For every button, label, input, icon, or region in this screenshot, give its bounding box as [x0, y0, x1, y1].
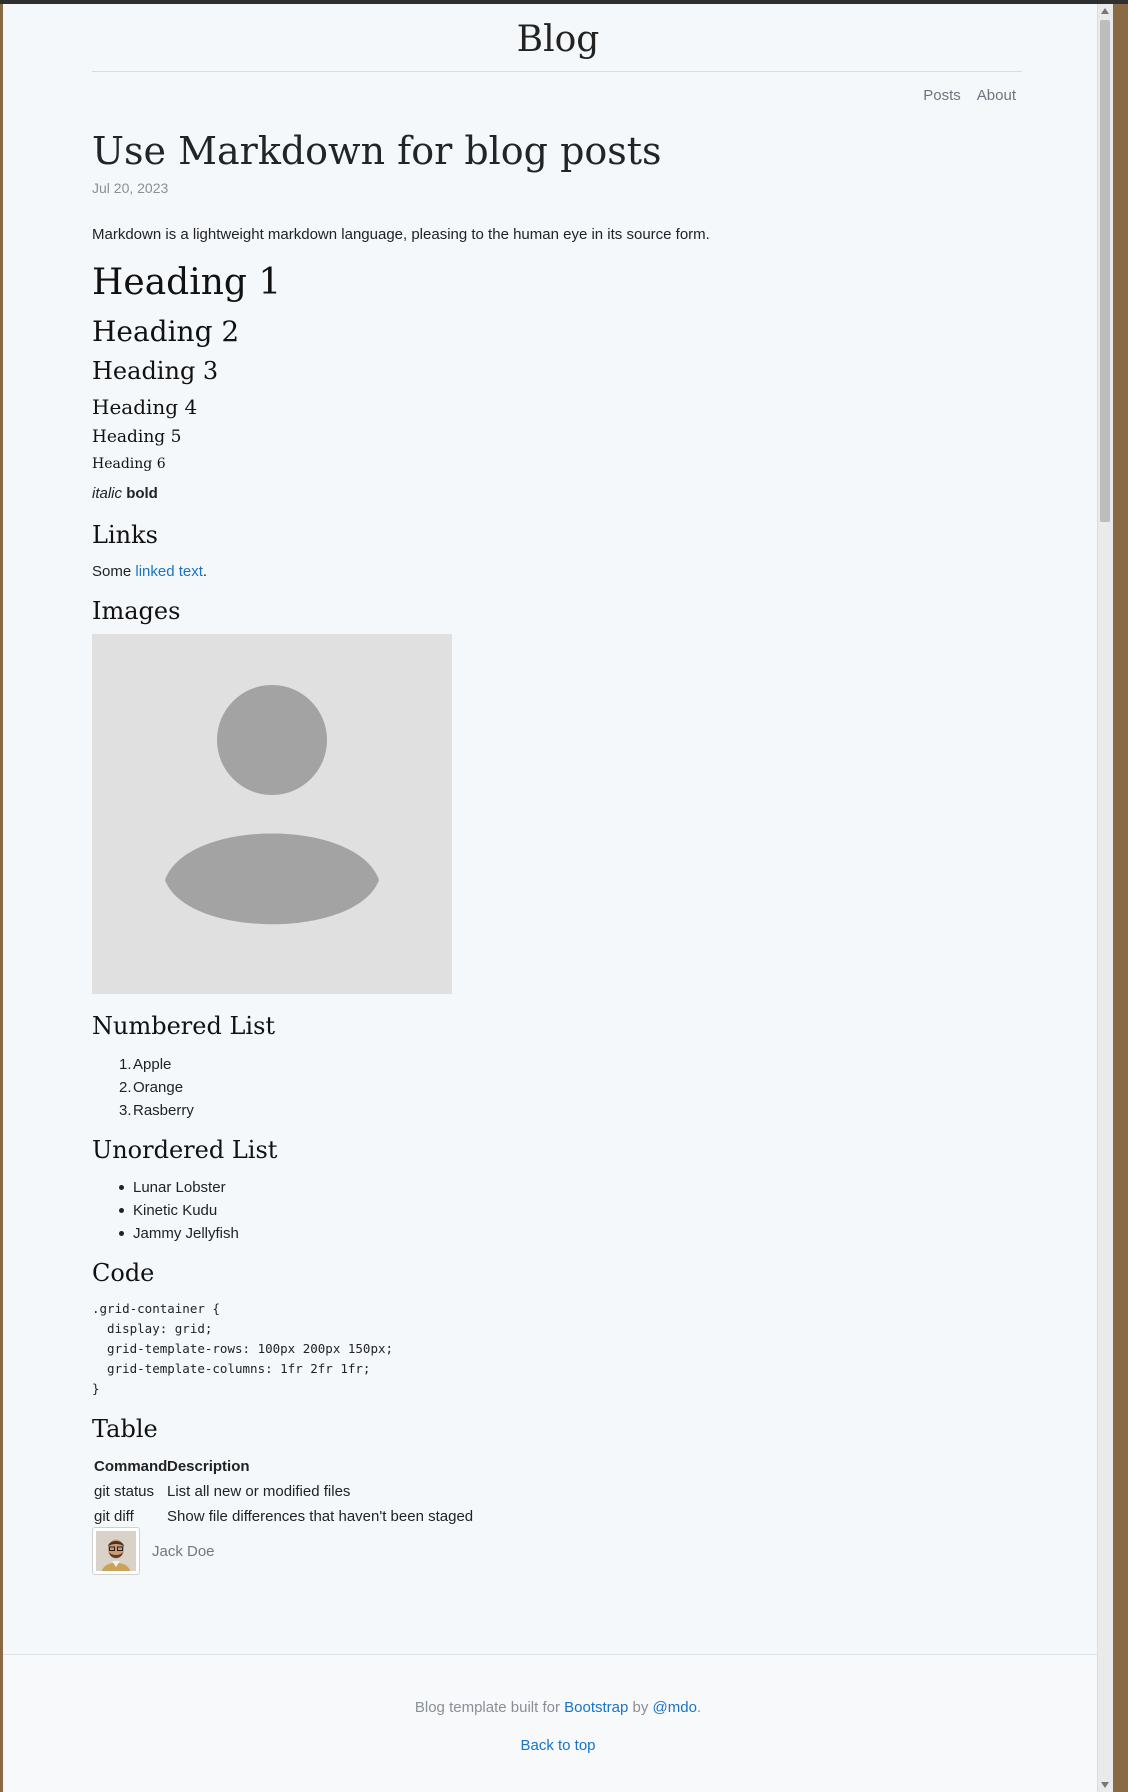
bullet-icon [119, 1231, 124, 1236]
linked-text[interactable]: linked text [135, 563, 203, 580]
list-number: 3. [119, 1102, 132, 1119]
list-item: 1. Apple [119, 1053, 194, 1076]
table-row: git diff Show file differences that have… [92, 1504, 473, 1529]
intro-paragraph: Markdown is a lightweight markdown langu… [92, 226, 710, 243]
table-header-command: Command [94, 1458, 168, 1475]
list-item: Jammy Jellyfish [119, 1222, 239, 1245]
site-footer: Blog template built for Bootstrap by @md… [3, 1654, 1113, 1792]
code-heading: Code [92, 1259, 155, 1287]
unordered-list-heading: Unordered List [92, 1136, 278, 1164]
author-avatar[interactable] [92, 1527, 140, 1575]
scroll-up-arrow-icon[interactable] [1101, 8, 1109, 14]
code-block: .grid-container { display: grid; grid-te… [92, 1301, 394, 1396]
table-header-description: Description [167, 1458, 250, 1475]
bullet-icon [119, 1208, 124, 1213]
top-nav: Posts About [923, 87, 1016, 104]
heading-1: Heading 1 [92, 262, 282, 303]
bootstrap-link[interactable]: Bootstrap [564, 1699, 628, 1716]
heading-5: Heading 5 [92, 427, 182, 447]
post-author: Jack Doe [92, 1527, 215, 1575]
heading-2: Heading 2 [92, 315, 240, 348]
list-item: Lunar Lobster [119, 1176, 239, 1199]
table-cell-description: Show file differences that haven't been … [167, 1508, 474, 1525]
mdo-link[interactable]: @mdo [653, 1699, 697, 1716]
list-number: 2. [119, 1079, 132, 1096]
post-date: Jul 20, 2023 [92, 180, 169, 196]
scroll-down-arrow-icon[interactable] [1101, 1782, 1109, 1788]
table-header-row: Command Description [92, 1454, 473, 1479]
table-cell-command: git diff [94, 1508, 134, 1525]
placeholder-person-image [92, 634, 452, 994]
header-divider [92, 71, 1022, 72]
heading-4: Heading 4 [92, 395, 198, 419]
commands-table: Command Description git status List all … [92, 1454, 473, 1529]
table-cell-command: git status [94, 1483, 155, 1500]
nav-about[interactable]: About [977, 87, 1016, 104]
list-item: 2. Orange [119, 1076, 194, 1099]
scrollbar-thumb[interactable] [1100, 20, 1110, 522]
numbered-list: 1. Apple 2. Orange 3. Rasberry [119, 1053, 194, 1122]
links-heading: Links [92, 521, 158, 549]
author-photo-icon [96, 1531, 136, 1571]
browser-viewport: Blog Posts About Use Markdown for blog p… [3, 4, 1113, 1792]
bold-text: bold [126, 485, 158, 502]
table-row: git status List all new or modified file… [92, 1479, 473, 1504]
links-paragraph: Some linked text. [92, 563, 207, 580]
list-number: 1. [119, 1056, 132, 1073]
heading-3: Heading 3 [92, 357, 219, 385]
person-placeholder-icon [165, 685, 379, 925]
footer-credit: Blog template built for Bootstrap by @md… [414, 1699, 702, 1716]
table-cell-description: List all new or modified files [167, 1483, 351, 1500]
bullet-icon [119, 1185, 124, 1190]
table-heading: Table [92, 1415, 158, 1443]
back-to-top-link[interactable]: Back to top [520, 1737, 595, 1754]
heading-6: Heading 6 [92, 456, 166, 472]
numbered-list-heading: Numbered List [92, 1012, 276, 1040]
images-heading: Images [92, 597, 181, 625]
emphasis-line: italic bold [92, 485, 158, 502]
list-item: 3. Rasberry [119, 1099, 194, 1122]
back-to-top-line: Back to top [3, 1737, 1113, 1754]
unordered-list: Lunar Lobster Kinetic Kudu Jammy Jellyfi… [119, 1176, 239, 1245]
site-title[interactable]: Blog [3, 14, 1113, 66]
list-item: Kinetic Kudu [119, 1199, 239, 1222]
author-name: Jack Doe [152, 1542, 215, 1560]
nav-posts[interactable]: Posts [923, 87, 961, 104]
link-suffix: . [202, 563, 208, 580]
italic-text: italic [92, 485, 123, 502]
post-title: Use Markdown for blog posts [92, 129, 662, 173]
vertical-scrollbar[interactable] [1097, 4, 1113, 1792]
link-prefix: Some [92, 563, 136, 580]
